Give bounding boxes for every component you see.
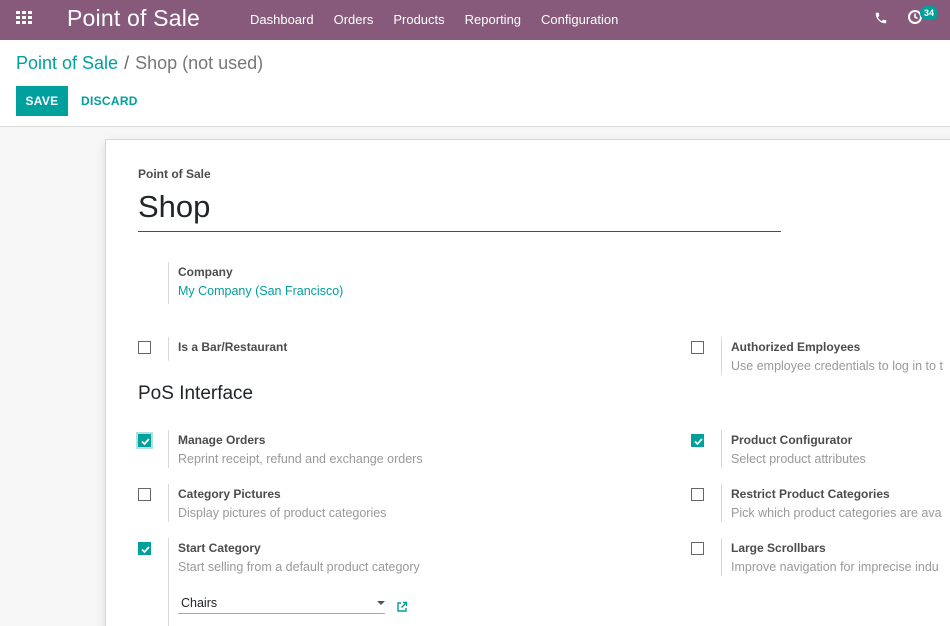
discard-button[interactable]: DISCARD: [74, 86, 145, 116]
breadcrumb-separator: /: [124, 53, 130, 73]
manage-orders-desc: Reprint receipt, refund and exchange ord…: [178, 452, 423, 466]
apps-grid-icon[interactable]: [16, 11, 34, 25]
category-pictures-checkbox[interactable]: [138, 488, 151, 501]
control-panel: Point of Sale / Shop (not used) SAVE DISCA…: [0, 40, 950, 127]
company-divider: [168, 262, 169, 304]
manage-orders-checkbox[interactable]: [138, 434, 151, 447]
menu-item-orders[interactable]: Orders: [324, 0, 384, 40]
phone-icon[interactable]: [874, 11, 888, 25]
pos-name-label: Point of Sale: [138, 167, 211, 181]
category-pictures-divider: [168, 484, 169, 522]
bar-restaurant-divider: [168, 337, 169, 361]
manage-orders-label: Manage Orders: [178, 433, 266, 447]
menu-item-products[interactable]: Products: [383, 0, 454, 40]
pos-interface-section-title: PoS Interface: [138, 383, 254, 404]
company-label: Company: [178, 265, 233, 279]
check-icon: [141, 438, 150, 446]
bar-restaurant-label: Is a Bar/Restaurant: [178, 340, 288, 354]
breadcrumb-current: Shop (not used): [135, 53, 264, 73]
product-configurator-divider: [721, 430, 722, 468]
breadcrumb: Point of Sale / Shop (not used): [16, 53, 263, 74]
pos-name-input[interactable]: Shop: [138, 186, 781, 232]
external-link-icon[interactable]: [396, 600, 408, 612]
product-configurator-label: Product Configurator: [731, 433, 853, 447]
save-button[interactable]: SAVE: [16, 86, 68, 116]
product-configurator-desc: Select product attributes: [731, 452, 866, 466]
authorized-employees-checkbox[interactable]: [691, 341, 704, 354]
manage-orders-divider: [168, 430, 169, 468]
authorized-employees-label: Authorized Employees: [731, 340, 861, 354]
authorized-employees-desc: Use employee credentials to log in to t: [731, 359, 943, 373]
restrict-categories-divider: [721, 484, 722, 522]
activity-count-badge: 34: [920, 6, 939, 20]
restrict-categories-desc: Pick which product categories are ava: [731, 506, 942, 520]
menu-item-dashboard[interactable]: Dashboard: [240, 0, 324, 40]
start-category-label: Start Category: [178, 541, 261, 555]
main-menu: Dashboard Orders Products Reporting Conf…: [240, 0, 628, 40]
menu-item-reporting[interactable]: Reporting: [455, 0, 531, 40]
authorized-employees-divider: [721, 337, 722, 375]
start-category-divider: [168, 538, 169, 626]
large-scrollbars-divider: [721, 538, 722, 576]
product-configurator-checkbox[interactable]: [691, 434, 704, 447]
category-pictures-label: Category Pictures: [178, 487, 281, 501]
restrict-categories-checkbox[interactable]: [691, 488, 704, 501]
breadcrumb-parent-link[interactable]: Point of Sale: [16, 53, 118, 73]
top-navbar: Point of Sale Dashboard Orders Products …: [0, 0, 950, 40]
start-category-checkbox[interactable]: [138, 542, 151, 555]
bar-restaurant-checkbox[interactable]: [138, 341, 151, 354]
large-scrollbars-desc: Improve navigation for imprecise indu: [731, 560, 939, 574]
check-icon: [141, 546, 150, 554]
company-value-link[interactable]: My Company (San Francisco): [178, 284, 343, 298]
start-category-select[interactable]: Chairs: [178, 594, 385, 614]
start-category-desc: Start selling from a default product cat…: [178, 560, 420, 574]
caret-down-icon: [377, 601, 385, 605]
large-scrollbars-label: Large Scrollbars: [731, 541, 826, 555]
check-icon: [694, 438, 703, 446]
category-pictures-desc: Display pictures of product categories: [178, 506, 387, 520]
large-scrollbars-checkbox[interactable]: [691, 542, 704, 555]
app-brand[interactable]: Point of Sale: [67, 5, 200, 32]
start-category-select-value: Chairs: [181, 596, 218, 610]
restrict-categories-label: Restrict Product Categories: [731, 487, 890, 501]
menu-item-configuration[interactable]: Configuration: [531, 0, 628, 40]
